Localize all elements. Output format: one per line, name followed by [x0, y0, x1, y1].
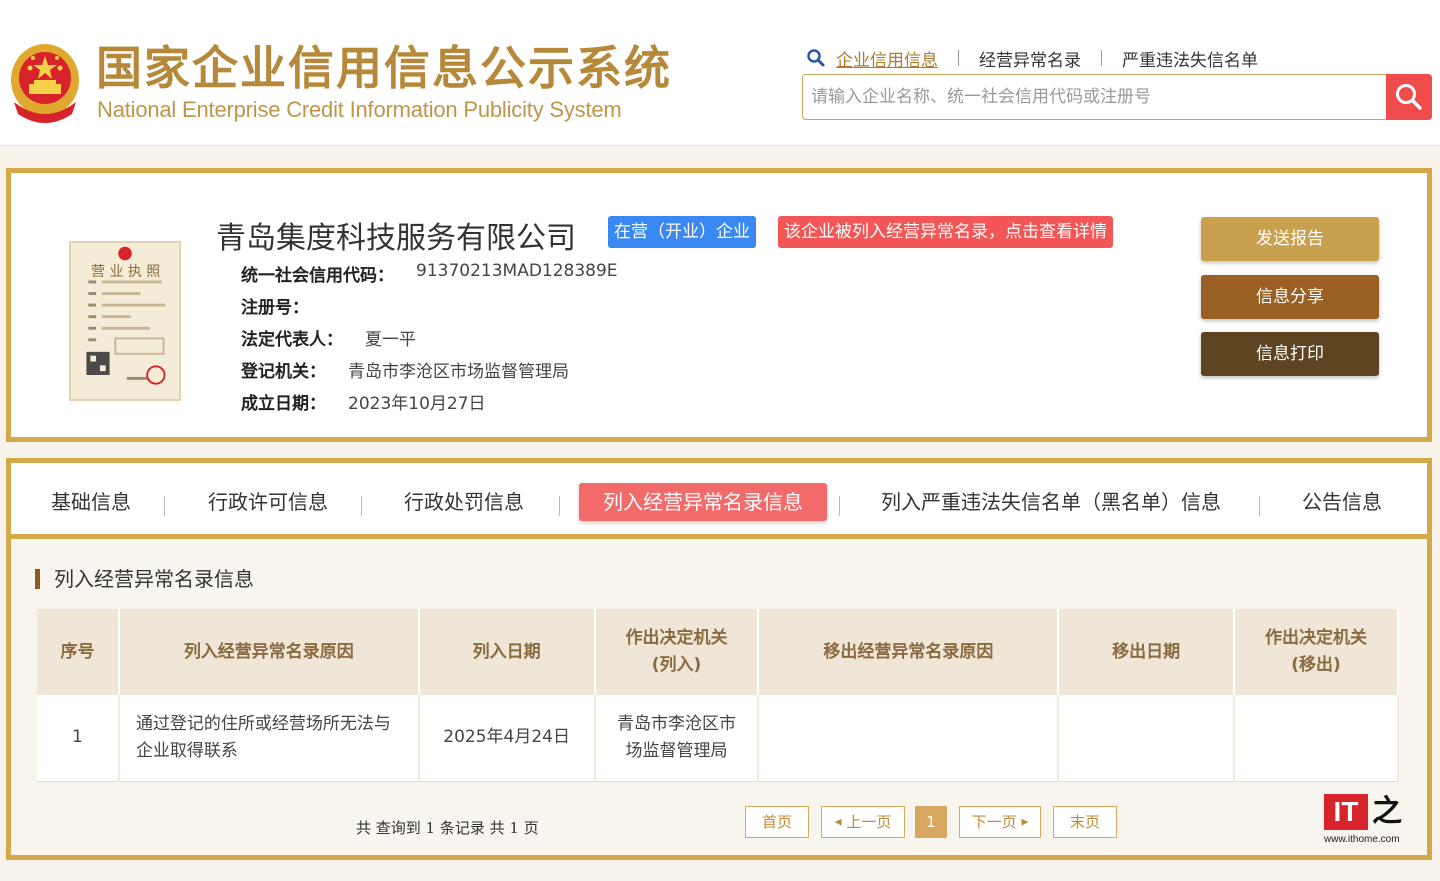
first-page-button[interactable]: 首页	[745, 806, 809, 838]
status-badge: 在营（开业）企业	[608, 216, 756, 248]
table-body: 1 通过登记的住所或经营场所无法与 企业取得联系 2025年4月24日 青岛市李沧区市场…	[37, 695, 1399, 782]
ithome-logo-icon: IT	[1324, 794, 1368, 830]
table-cell-text: 企业取得联系	[135, 740, 238, 761]
column-header-label: 作出决定机关	[625, 628, 728, 648]
column-header: 序号	[37, 609, 120, 695]
column-header: 作出决定机关 (列入)	[594, 609, 760, 695]
caret-right-icon: ▶	[1021, 817, 1029, 828]
search-input[interactable]	[811, 75, 1381, 118]
column-header: 列入日期	[418, 609, 596, 695]
license-title: 营 业 执 照	[91, 264, 161, 280]
table-cell-text: 青岛市李沧区市	[617, 713, 737, 734]
site-title: 国家企业信用信息公示系统	[96, 41, 672, 95]
tab-basic-info[interactable]: 基础信息	[41, 483, 141, 521]
tab-divider	[164, 496, 165, 516]
search-icon	[1396, 84, 1422, 110]
site-header: 国家企业信用信息公示系统 National Enterprise Credit …	[0, 0, 1440, 146]
nav-abnormal-list[interactable]: 经营异常名录	[979, 46, 1081, 71]
column-header-label: (移出)	[1291, 655, 1341, 675]
table-row: 1 通过登记的住所或经营场所无法与 企业取得联系 2025年4月24日 青岛市李沧区市场…	[37, 695, 1399, 782]
column-header-label: 列入日期	[472, 641, 541, 662]
next-page-button[interactable]: 下一页 ▶	[959, 806, 1041, 838]
current-page[interactable]: 1	[915, 806, 947, 838]
tab-divider	[559, 496, 560, 516]
ithome-watermark: IT 之 www.ithome.com	[1324, 794, 1416, 850]
abnormal-list-table: 序号 列入经营异常名录原因 列入日期 作出决定机关 (列入) 移出经营异常名录原因 移出日期…	[37, 609, 1399, 782]
table-cell	[758, 695, 1060, 782]
table-cell: 青岛市李沧区市 场监督管理局	[594, 695, 760, 782]
table-cell-text: 场监督管理局	[625, 740, 728, 761]
tab-abnormal-list[interactable]: 列入经营异常名录信息	[579, 483, 827, 521]
info-establishment-date: 成立日期： 2023年10月27日	[241, 394, 486, 414]
info-registration-authority: 登记机关： 青岛市李沧区市场监督管理局	[241, 362, 569, 382]
company-card: 营 业 执 照 青岛集度科技服务有限公司 在营（开业）企业 该企业被列入经营异常…	[6, 168, 1432, 442]
info-credit-code: 统一社会信用代码： 91370213MAD128389E	[241, 261, 618, 286]
nav-blacklist[interactable]: 严重违法失信名单	[1122, 46, 1258, 71]
tab-admin-license[interactable]: 行政许可信息	[203, 483, 333, 521]
tab-divider	[361, 496, 362, 516]
table-cell-text: 通过登记的住所或经营场所无法与	[135, 713, 391, 734]
column-header-label: 序号	[60, 641, 95, 662]
table-header-row: 序号 列入经营异常名录原因 列入日期 作出决定机关 (列入) 移出经营异常名录原因 移出日期…	[37, 609, 1399, 695]
abnormal-list-section: 列入经营异常名录信息 序号 列入经营异常名录原因 列入日期 作出决定机关 (列入) 移出经…	[11, 539, 1427, 855]
national-emblem-icon	[11, 44, 79, 123]
column-header-label: 列入经营异常名录原因	[183, 641, 354, 662]
column-header-label: 移出日期	[1112, 641, 1181, 662]
column-header-label: (列入)	[651, 655, 702, 675]
column-header-label: 作出决定机关	[1265, 628, 1368, 648]
ithome-url: www.ithome.com	[1324, 834, 1400, 845]
search-box	[802, 74, 1432, 120]
table-cell	[1234, 695, 1399, 782]
detail-panel: 基础信息 行政许可信息 行政处罚信息 列入经营异常名录信息 列入严重违法失信名单…	[6, 458, 1432, 860]
nav-divider	[958, 50, 959, 66]
column-header: 移出日期	[1058, 609, 1236, 695]
site-subtitle: National Enterprise Credit Information P…	[97, 97, 622, 122]
column-header-label: 移出经营异常名录原因	[823, 641, 994, 662]
ithome-logo-glyph: 之	[1372, 794, 1402, 829]
table-cell-text: 2025年4月24日	[443, 727, 570, 748]
tab-bar: 基础信息 行政许可信息 行政处罚信息 列入经营异常名录信息 列入严重违法失信名单…	[11, 463, 1427, 539]
tab-admin-penalty[interactable]: 行政处罚信息	[399, 483, 529, 521]
nav-enterprise-credit[interactable]: 企业信用信息	[836, 46, 938, 71]
prev-page-label: 上一页	[846, 813, 892, 831]
search-button[interactable]	[1386, 74, 1432, 120]
table-cell: 2025年4月24日	[418, 695, 596, 782]
column-header: 移出经营异常名录原因	[758, 609, 1060, 695]
tab-divider	[1259, 496, 1260, 516]
company-name: 青岛集度科技服务有限公司	[216, 221, 576, 256]
tab-divider	[839, 496, 840, 516]
prev-page-button[interactable]: ◀ 上一页	[821, 806, 905, 838]
next-page-label: 下一页	[971, 813, 1017, 831]
search-category-nav: 企业信用信息 经营异常名录 严重违法失信名单	[806, 46, 1258, 71]
table-cell-text: 1	[72, 727, 83, 748]
tab-announcements[interactable]: 公告信息	[1297, 483, 1387, 521]
send-report-button[interactable]: 发送报告	[1201, 217, 1379, 261]
table-cell	[1058, 695, 1236, 782]
share-info-button[interactable]: 信息分享	[1201, 275, 1379, 319]
pagination-summary: 共 查询到 1 条记录 共 1 页	[356, 819, 539, 837]
nav-divider	[1101, 50, 1102, 66]
section-title: 列入经营异常名录信息	[35, 569, 254, 589]
last-page-button[interactable]: 末页	[1053, 806, 1117, 838]
print-info-button[interactable]: 信息打印	[1201, 332, 1379, 376]
table-cell: 通过登记的住所或经营场所无法与 企业取得联系	[118, 695, 420, 782]
search-icon	[807, 49, 825, 67]
table-cell: 1	[37, 695, 120, 782]
caret-left-icon: ◀	[834, 817, 842, 828]
tab-blacklist[interactable]: 列入严重违法失信名单（黑名单）信息	[875, 483, 1227, 521]
info-registration-number: 注册号：	[241, 298, 309, 318]
column-header: 列入经营异常名录原因	[118, 609, 420, 695]
column-header: 作出决定机关 (移出)	[1234, 609, 1399, 695]
info-legal-representative: 法定代表人： 夏一平	[241, 330, 416, 350]
abnormal-alert-badge[interactable]: 该企业被列入经营异常名录，点击查看详情	[778, 216, 1113, 248]
